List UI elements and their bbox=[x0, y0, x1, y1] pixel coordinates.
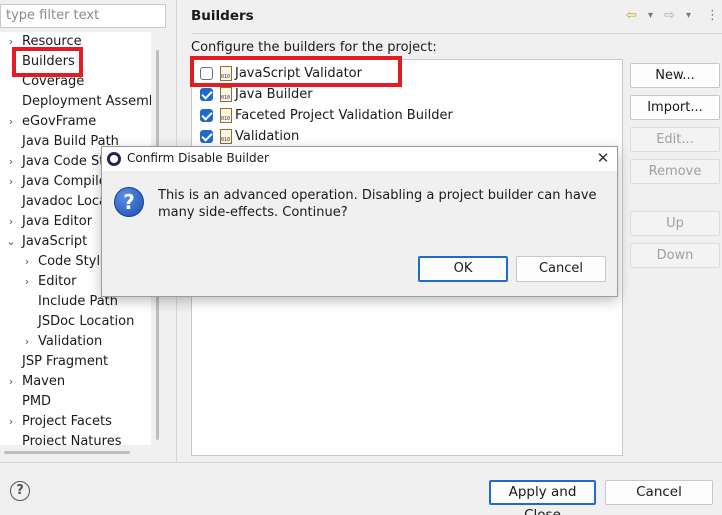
tree-item-label: JSP Fragment bbox=[22, 354, 109, 369]
chevron-right-icon[interactable]: › bbox=[6, 32, 16, 52]
tree-item-project-natures[interactable]: Project Natures bbox=[0, 432, 151, 445]
dialog-titlebar[interactable]: Confirm Disable Builder ✕ bbox=[102, 147, 617, 171]
builder-checkbox[interactable] bbox=[200, 130, 213, 143]
chevron-right-icon[interactable]: › bbox=[22, 252, 32, 272]
tree-item-maven[interactable]: › Maven bbox=[0, 372, 151, 392]
chevron-right-icon[interactable]: › bbox=[6, 112, 16, 132]
builder-icon bbox=[220, 129, 232, 144]
dialog-message: This is an advanced operation. Disabling… bbox=[158, 188, 597, 220]
move-down-button[interactable]: Down bbox=[630, 243, 720, 268]
forward-arrow-icon[interactable]: ⇨ bbox=[664, 8, 675, 23]
chevron-right-icon[interactable]: › bbox=[22, 272, 32, 292]
move-up-button[interactable]: Up bbox=[630, 211, 720, 236]
edit-builder-button[interactable]: Edit... bbox=[630, 127, 720, 152]
tree-item-egovframe[interactable]: › eGovFrame bbox=[0, 112, 151, 132]
chevron-right-icon[interactable]: › bbox=[6, 372, 16, 392]
tree-item-label: Editor bbox=[38, 274, 77, 289]
new-builder-button[interactable]: New... bbox=[630, 63, 720, 88]
question-icon: ? bbox=[114, 187, 144, 217]
builder-label: JavaScript Validator bbox=[235, 66, 362, 81]
tree-item-label: Resource bbox=[22, 34, 82, 49]
tree-item-label: Java Editor bbox=[22, 214, 93, 229]
tree-item-pmd[interactable]: PMD bbox=[0, 392, 151, 412]
builder-checkbox[interactable] bbox=[200, 109, 213, 122]
builder-checkbox[interactable] bbox=[200, 88, 213, 101]
tree-item-label: JavaScript bbox=[22, 234, 88, 249]
builder-icon bbox=[220, 87, 232, 102]
builder-label: Java Builder bbox=[235, 87, 313, 102]
tree-item-jsp-fragment[interactable]: JSP Fragment bbox=[0, 352, 151, 372]
tree-item-label: PMD bbox=[22, 394, 52, 409]
chevron-right-icon[interactable]: › bbox=[6, 172, 16, 192]
tree-item-label: Builders bbox=[22, 54, 75, 69]
builder-icon bbox=[220, 108, 232, 123]
tree-item-label: Maven bbox=[22, 374, 66, 389]
import-builder-button[interactable]: Import... bbox=[630, 95, 720, 120]
chevron-down-icon[interactable]: ⌄ bbox=[6, 232, 16, 252]
page-title: Builders bbox=[191, 8, 254, 24]
remove-builder-button[interactable]: Remove bbox=[630, 159, 720, 184]
cancel-button[interactable]: Cancel bbox=[605, 480, 713, 505]
ok-button[interactable]: OK bbox=[418, 256, 508, 282]
filter-input[interactable]: type filter text bbox=[0, 4, 166, 28]
footer-divider bbox=[0, 462, 722, 463]
tree-item-label: Code Style bbox=[38, 254, 109, 269]
tree-item-deployment-assembly[interactable]: Deployment Assembly bbox=[0, 92, 151, 112]
chevron-right-icon[interactable]: › bbox=[22, 332, 32, 352]
tree-item-builders[interactable]: Builders bbox=[0, 52, 151, 72]
tree-item-label: Coverage bbox=[22, 74, 85, 89]
tree-item-label: Project Facets bbox=[22, 414, 112, 429]
tree-item-label: eGovFrame bbox=[22, 114, 97, 129]
builder-label: Faceted Project Validation Builder bbox=[235, 108, 453, 123]
dialog-title: Confirm Disable Builder bbox=[127, 151, 269, 165]
dialog-cancel-button[interactable]: Cancel bbox=[516, 256, 606, 282]
back-arrow-icon[interactable]: ⇦ bbox=[626, 8, 637, 23]
tree-item-validation[interactable]: › Validation bbox=[0, 332, 151, 352]
confirm-dialog: Confirm Disable Builder ✕ ? This is an a… bbox=[101, 146, 618, 297]
tree-horizontal-scrollbar[interactable] bbox=[4, 451, 130, 454]
tree-item-label: Java Compiler bbox=[22, 174, 113, 189]
tree-item-label: JSDoc Location bbox=[38, 314, 135, 329]
tree-item-coverage[interactable]: Coverage bbox=[0, 72, 151, 92]
tree-item-project-facets[interactable]: › Project Facets bbox=[0, 412, 151, 432]
back-menu-chevron-icon[interactable]: ▾ bbox=[648, 10, 653, 21]
close-icon[interactable]: ✕ bbox=[593, 148, 613, 168]
tree-item-label: Project Natures bbox=[22, 434, 122, 445]
builder-icon bbox=[220, 66, 232, 81]
tree-item-jsdoc-location[interactable]: JSDoc Location bbox=[0, 312, 151, 332]
page-description: Configure the builders for the project: bbox=[191, 40, 437, 55]
help-icon[interactable]: ? bbox=[10, 481, 30, 501]
tree-item-label: Deployment Assembly bbox=[22, 94, 151, 109]
forward-menu-chevron-icon[interactable]: ▾ bbox=[686, 10, 691, 21]
view-menu-icon[interactable]: ⋮ bbox=[706, 8, 719, 23]
chevron-right-icon[interactable]: › bbox=[6, 152, 16, 172]
chevron-right-icon[interactable]: › bbox=[6, 212, 16, 232]
tree-item-resource[interactable]: › Resource bbox=[0, 32, 151, 52]
builder-checkbox[interactable] bbox=[200, 67, 213, 80]
tree-item-label: Validation bbox=[38, 334, 103, 349]
chevron-right-icon[interactable]: › bbox=[6, 412, 16, 432]
apply-and-close-button[interactable]: Apply and Close bbox=[489, 480, 596, 515]
header-divider bbox=[191, 33, 722, 34]
builder-label: Validation bbox=[235, 129, 300, 144]
eclipse-icon bbox=[107, 152, 121, 166]
